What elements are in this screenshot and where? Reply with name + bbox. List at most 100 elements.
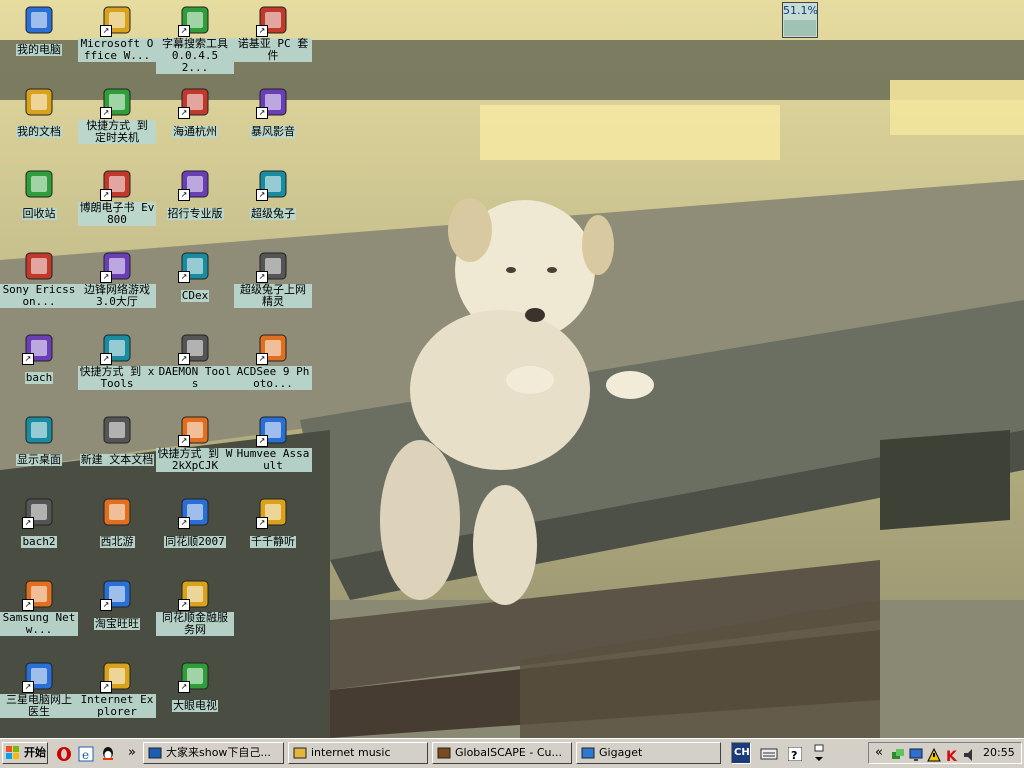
w2kxpcjk-icon: ↗ [178,414,211,447]
desktop-icon[interactable]: 我的文档 [0,84,78,162]
task-button[interactable]: GlobalSCAPE - Cu... [432,742,572,764]
shortcut-arrow-icon: ↗ [100,599,112,611]
shortcut-arrow-icon: ↗ [178,435,190,447]
globalscape-icon [437,746,451,760]
qq-icon[interactable] [100,746,116,762]
desktop-icon[interactable]: ↗ 边锋网络游戏3.0大厅 [78,248,156,326]
finance-web-icon: ↗ [178,578,211,611]
desktop-icon[interactable]: ↗ 诺基亚 PC 套件 [234,2,312,80]
samsung-doctor-icon: ↗ [22,660,55,693]
shortcut-arrow-icon: ↗ [100,271,112,283]
desktop-icon-label: 招行专业版 [166,207,224,220]
desktop-icon-label: Microsoft Office W... [78,38,156,62]
tray-overflow-button[interactable]: « [875,745,883,760]
cpu-usage-bar [784,20,816,36]
shortcut-arrow-icon: ↗ [256,107,268,119]
desktop-icon[interactable]: ↗ 海通杭州 [156,84,234,162]
taskbar: 开始 e » 大家来show下自己... internet music Global… [0,738,1024,768]
desktop-icon[interactable]: ↗ 快捷方式 到 xTools [78,330,156,408]
desktop-icon[interactable]: 回收站 [0,166,78,244]
desktop-icon-label: Samsung Netw... [0,612,78,636]
desktop-icon-label: 西北游 [99,535,135,548]
desktop-icon[interactable]: ↗ 淘宝旺旺 [78,576,156,654]
desktop-icon[interactable]: ↗ 千千静听 [234,494,312,572]
volume-tray-icon[interactable] [963,747,977,761]
desktop-icon[interactable]: ↗ 同花顺金融服务网 [156,576,234,654]
desktop-icon[interactable]: ↗ 暴风影音 [234,84,312,162]
xtools-icon: ↗ [100,332,133,365]
bach-icon: ↗ [22,332,55,365]
desktop-icon-label: 博朗电子书 Ev800 [78,201,156,226]
task-button[interactable]: 大家来show下自己... [143,742,284,764]
desktop-icon[interactable]: ↗ bach [0,330,78,408]
cpu-usage-meter[interactable]: 51.1% [782,2,818,38]
desktop-icon-label: 快捷方式 到 定时关机 [78,120,156,144]
desktop-icon[interactable]: ↗ 快捷方式 到 W2kXpCJK [156,412,234,490]
desktop-icon[interactable]: ↗ DAEMON Tools [156,330,234,408]
desktop-icon[interactable]: ↗ 字幕搜索工具 0.0.4.5 2... [156,2,234,80]
ie-window-icon [148,746,162,760]
daemon-tools-icon: ↗ [178,332,211,365]
humvee-icon: ↗ [256,414,289,447]
desktop-icon-label: 三星电脑网上医生 [0,694,78,718]
shortcut-arrow-icon: ↗ [100,25,112,37]
desktop-icon[interactable]: 显示桌面 [0,412,78,490]
show-desktop-icon [23,414,55,446]
cmb-icon: ↗ [178,168,211,201]
desktop-icon[interactable]: ↗ Microsoft Office W... [78,2,156,80]
desktop-icon-label: 我的电脑 [16,43,62,56]
desktop-icon[interactable]: ↗ 招行专业版 [156,166,234,244]
desktop-icon[interactable]: ↗ ACDSee 9 Photo... [234,330,312,408]
shortcut-arrow-icon: ↗ [256,25,268,37]
kaspersky-tray-icon[interactable]: K [945,747,959,765]
desktop-icon[interactable]: ↗ 三星电脑网上医生 [0,658,78,736]
cpu-usage-label: 51.1% [783,4,818,17]
haitong-icon: ↗ [178,86,211,119]
desktop-icon[interactable]: ↗ 超级兔子 [234,166,312,244]
desktop-icon[interactable]: ↗ 超级兔子上网精灵 [234,248,312,326]
help-icon[interactable]: ? [787,746,803,762]
shortcut-arrow-icon: ↗ [178,189,190,201]
keyboard-icon[interactable] [760,746,778,760]
rabbit-browser-icon: ↗ [256,250,289,283]
opera-icon[interactable] [56,746,72,762]
shortcut-arrow-icon: ↗ [178,107,190,119]
desktop-icon[interactable]: ↗ 同花顺2007 [156,494,234,572]
monitor-tray-icon[interactable] [909,747,923,761]
desktop-icon[interactable]: ↗ Internet Explorer [78,658,156,736]
shortcut-arrow-icon: ↗ [256,353,268,365]
desktop-icon-label: 边锋网络游戏3.0大厅 [78,284,156,308]
quick-launch-overflow[interactable]: » [128,745,136,760]
desktop-icon[interactable]: ↗ CDex [156,248,234,326]
desktop-icon[interactable]: ↗ 快捷方式 到 定时关机 [78,84,156,162]
shortcut-arrow-icon: ↗ [100,353,112,365]
desktop-icon-label: 千千静听 [250,535,296,548]
desktop-icon[interactable]: 新建 文本文档 [78,412,156,490]
ebook-icon: ↗ [100,168,133,201]
desktop-icon[interactable]: ↗ Humvee Assault [234,412,312,490]
desktop-icon-label: bach2 [21,535,57,548]
network-tray-icon[interactable] [891,747,905,761]
shortcut-arrow-icon: ↗ [178,25,190,37]
desktop-icon[interactable]: ↗ 大眼电视 [156,658,234,736]
task-button[interactable]: internet music [288,742,428,764]
desktop-icon[interactable]: ↗ Samsung Netw... [0,576,78,654]
shortcut-arrow-icon: ↗ [178,271,190,283]
desktop-icon[interactable]: 西北游 [78,494,156,572]
start-button[interactable]: 开始 [2,742,48,764]
desktop-icon[interactable]: Sony Ericsson... [0,248,78,326]
warning-tray-icon[interactable] [927,747,941,762]
ie-quick-icon[interactable]: e [78,746,94,762]
tonghuashun-icon: ↗ [178,496,211,529]
desktop-icon-label: 我的文档 [16,125,62,138]
shortcut-arrow-icon: ↗ [100,107,112,119]
desktop-icon[interactable]: 我的电脑 [0,2,78,80]
internet-explorer-icon: ↗ [100,660,133,693]
clock[interactable]: 20:55 [983,746,1015,759]
desktop-icon[interactable]: ↗ 博朗电子书 Ev800 [78,166,156,244]
task-button[interactable]: Gigaget [576,742,721,764]
desktop-icon[interactable]: ↗ bach2 [0,494,78,572]
shortcut-arrow-icon: ↗ [22,599,34,611]
language-indicator[interactable]: CH [731,742,751,764]
ime-options-icon[interactable] [812,743,826,763]
